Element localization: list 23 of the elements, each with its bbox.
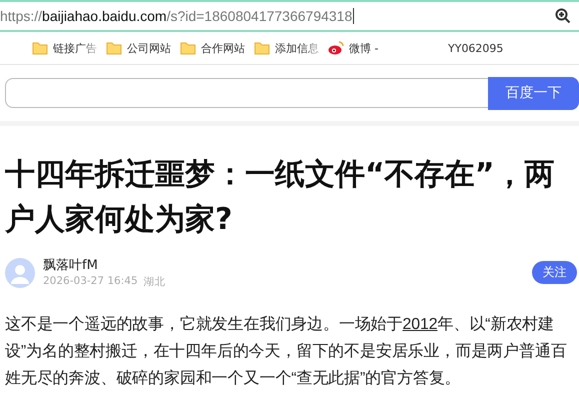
bookmark-link[interactable]: 合作网站 bbox=[201, 40, 245, 56]
folder-icon bbox=[32, 42, 48, 54]
zoom-icon[interactable] bbox=[555, 8, 571, 24]
location-label: 湖北 bbox=[144, 275, 166, 289]
weibo-icon bbox=[328, 41, 344, 55]
address-field[interactable]: https://baijiahao.baidu.com/s?id=1860804177366794318 bbox=[0, 8, 354, 24]
bookmark-link[interactable]: 添加信息 bbox=[275, 40, 319, 56]
folder-icon bbox=[254, 42, 270, 54]
bookmark-link[interactable]: 公司网站 bbox=[127, 40, 171, 56]
bookmark-link[interactable]: YY062095 bbox=[448, 42, 504, 54]
bookmark-link[interactable]: 微博 - bbox=[349, 40, 378, 56]
article-title: 十四年拆迁噩梦：一纸文件“不存在”，两户人家何处为家? bbox=[5, 156, 556, 239]
search-button[interactable]: 百度一下 bbox=[488, 76, 579, 110]
folder-icon bbox=[106, 42, 122, 54]
publish-date: 2026-03-27 16:45 bbox=[43, 275, 138, 289]
author-name[interactable]: 飘落叶fM bbox=[43, 256, 524, 274]
folder-icon bbox=[180, 42, 196, 54]
follow-button[interactable]: 关注 bbox=[532, 261, 577, 284]
avatar-icon bbox=[5, 258, 35, 288]
search-field[interactable] bbox=[5, 78, 488, 108]
article-paragraph: 这不是一个遥远的故事，它就发生在我们身边。一场始于2012年、以“新农村建设”为名的整村搬迁，在十四年后的今天，留下的不是安居乐业，而是两户普通百姓无尽的奔波、破碎的家园和一个又一个“查无此据”的官方答复。 bbox=[5, 314, 568, 389]
bookmark-link[interactable]: 链接广告 bbox=[53, 40, 97, 56]
year-link[interactable]: 2012 bbox=[402, 316, 438, 333]
